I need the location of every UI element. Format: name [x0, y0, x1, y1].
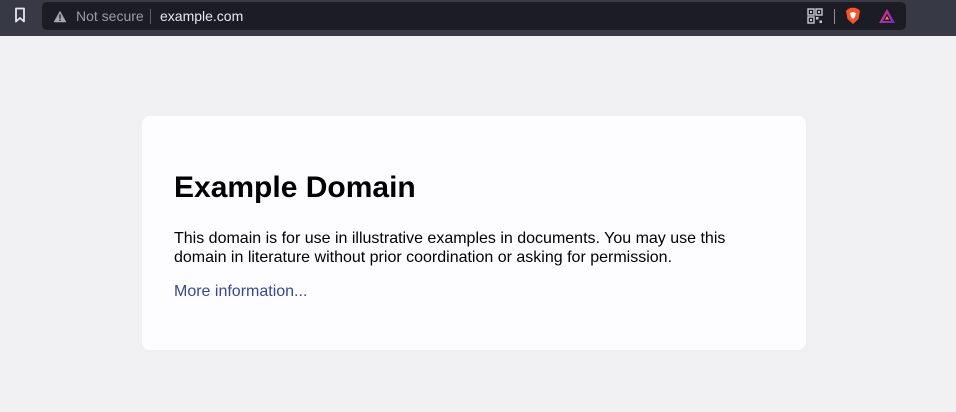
warning-triangle-icon	[52, 8, 68, 24]
brave-rewards-icon[interactable]	[878, 7, 896, 25]
url-text[interactable]: example.com	[160, 2, 243, 30]
content-card: Example Domain This domain is for use in…	[142, 116, 806, 350]
security-label: Not secure	[76, 8, 144, 24]
browser-toolbar: Not secure example.com	[0, 0, 956, 36]
omnibox-separator	[834, 9, 835, 24]
security-indicator[interactable]: Not secure	[52, 2, 144, 30]
qr-code-icon[interactable]	[806, 7, 824, 25]
bookmark-icon	[14, 7, 26, 28]
more-information-link[interactable]: More information...	[174, 282, 307, 302]
omnibox-divider	[150, 9, 151, 24]
bookmark-button[interactable]	[8, 6, 32, 28]
page-description: This domain is for use in illustrative e…	[174, 230, 726, 266]
brave-shields-icon[interactable]	[844, 7, 862, 25]
address-bar[interactable]: Not secure example.com	[42, 2, 906, 30]
page-title: Example Domain	[174, 171, 416, 204]
